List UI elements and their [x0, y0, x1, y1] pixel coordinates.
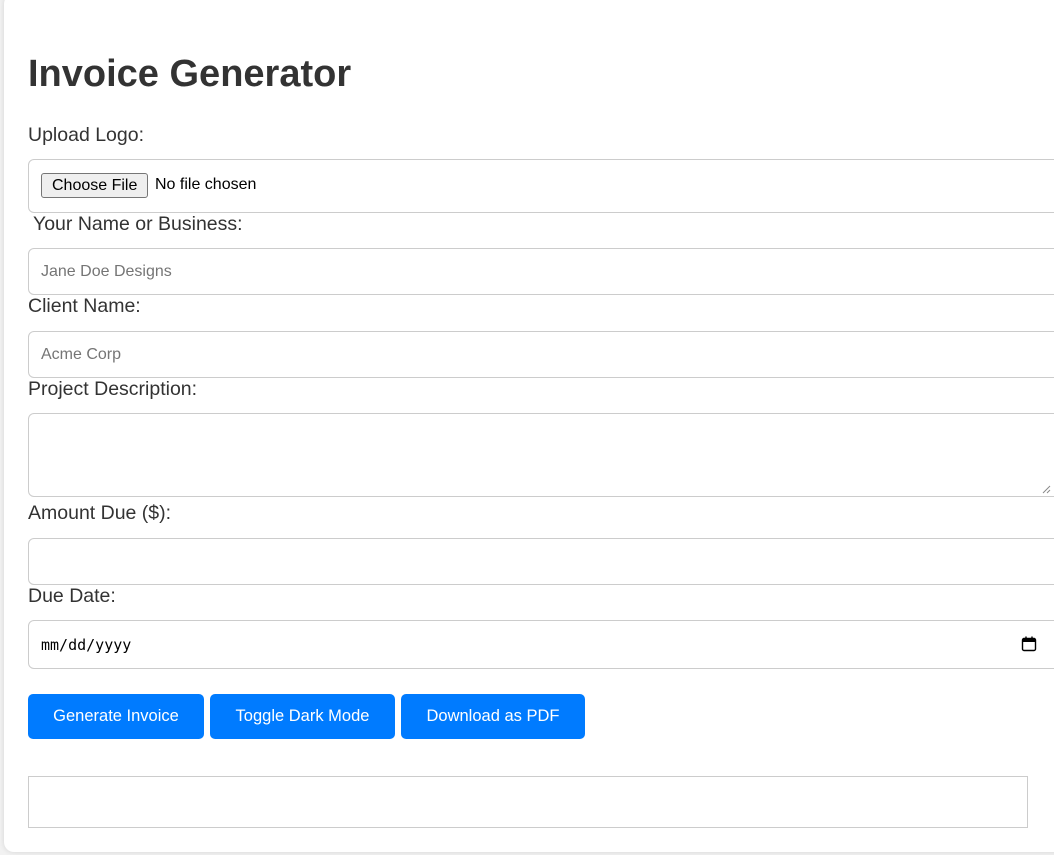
logo-file-input[interactable]: Choose File No file chosen — [28, 159, 1054, 213]
due-date-format: mm/dd/yyyy — [41, 635, 132, 654]
choose-file-button[interactable]: Choose File — [41, 173, 149, 198]
project-description-label: Project Description: — [28, 378, 198, 400]
client-name-input[interactable]: Acme Corp — [28, 331, 1054, 378]
invoice-output — [28, 776, 1028, 828]
generate-invoice-button[interactable]: Generate Invoice — [28, 694, 204, 739]
page-title: Invoice Generator — [28, 53, 352, 95]
business-name-input[interactable]: Jane Doe Designs — [28, 248, 1054, 295]
toggle-dark-mode-button[interactable]: Toggle Dark Mode — [210, 694, 395, 739]
calendar-icon[interactable] — [1021, 636, 1037, 652]
amount-due-label: Amount Due ($): — [28, 502, 172, 524]
due-date-label: Due Date: — [28, 585, 116, 607]
due-date-input[interactable]: mm/dd/yyyy — [28, 620, 1054, 669]
resize-grip-icon[interactable] — [1042, 485, 1051, 494]
file-status-text: No file chosen — [155, 176, 257, 193]
logo-label: Upload Logo: — [28, 124, 145, 146]
business-name-label: Your Name or Business: — [33, 213, 243, 235]
project-description-textarea[interactable] — [28, 413, 1054, 497]
client-name-label: Client Name: — [28, 295, 141, 317]
amount-due-input[interactable] — [28, 538, 1054, 585]
download-pdf-button[interactable]: Download as PDF — [401, 694, 585, 739]
client-name-placeholder: Acme Corp — [41, 345, 122, 363]
business-name-placeholder: Jane Doe Designs — [41, 262, 172, 280]
